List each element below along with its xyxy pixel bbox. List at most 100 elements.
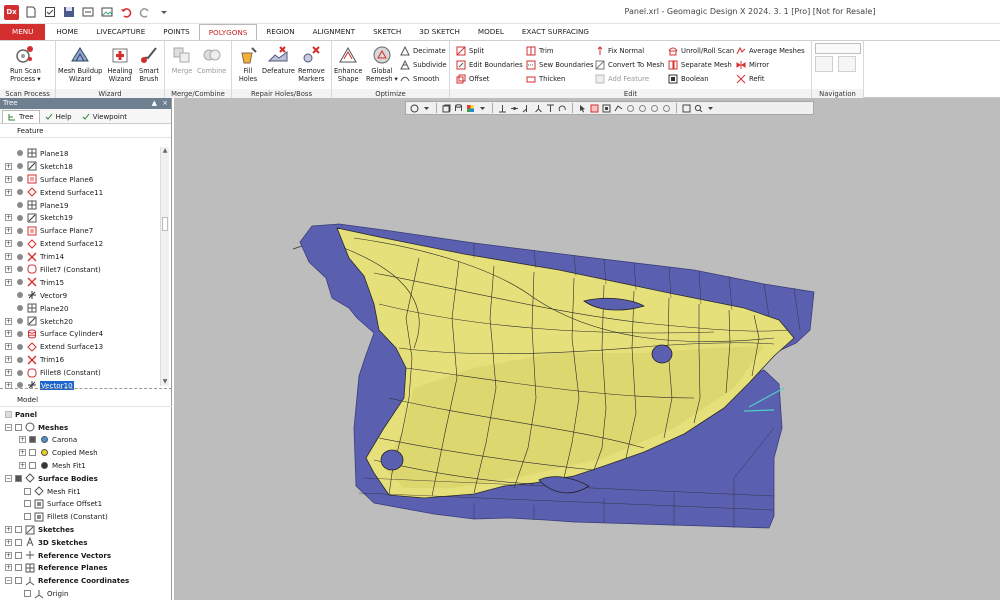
- navigation-button-2[interactable]: [838, 56, 856, 72]
- model-3d-sketches[interactable]: + 3D Sketches: [0, 536, 172, 549]
- model-origin[interactable]: Origin: [0, 587, 172, 600]
- expand-icon[interactable]: +: [5, 343, 12, 351]
- navigation-dropdown[interactable]: [815, 43, 861, 54]
- boolean-button[interactable]: Boolean: [668, 73, 709, 84]
- run-scan-process-button[interactable]: Run Scan Process ▾: [10, 43, 41, 83]
- feature-tree-item[interactable]: Plane18: [0, 147, 160, 160]
- 3d-model[interactable]: [174, 98, 1000, 600]
- visibility-dot-icon[interactable]: [17, 369, 23, 376]
- model-mesh-copied[interactable]: + Copied Mesh: [0, 446, 172, 459]
- tab-polygons[interactable]: POLYGONS: [198, 24, 258, 40]
- visibility-dot-icon[interactable]: [17, 305, 23, 312]
- global-remesh-button[interactable]: Global Remesh ▾: [366, 43, 398, 83]
- tab-sketch[interactable]: SKETCH: [364, 24, 410, 40]
- feature-tree-item[interactable]: + Extend Surface13: [0, 340, 160, 353]
- tab-livecapture[interactable]: LIVECAPTURE: [87, 24, 154, 40]
- unroll-roll-scan-button[interactable]: Unroll/Roll Scan: [668, 45, 734, 56]
- thicken-button[interactable]: Thicken: [526, 73, 565, 84]
- split-button[interactable]: Split: [456, 45, 484, 56]
- expand-icon[interactable]: +: [19, 436, 26, 444]
- feature-tree-item[interactable]: + Sketch20: [0, 315, 160, 328]
- expand-icon[interactable]: +: [5, 227, 12, 235]
- visibility-dot-icon[interactable]: [17, 176, 23, 183]
- navigation-button-1[interactable]: [815, 56, 833, 72]
- feature-tree-item[interactable]: + Surface Plane6: [0, 173, 160, 186]
- model-sb-mesh-fit1[interactable]: Mesh Fit1: [0, 485, 172, 498]
- visibility-checkbox[interactable]: [24, 500, 31, 508]
- edit-boundaries-button[interactable]: Edit Boundaries: [456, 59, 523, 70]
- average-meshes-button[interactable]: Average Meshes: [736, 45, 805, 56]
- merge-button[interactable]: Merge: [169, 43, 195, 75]
- convert-to-mesh-button[interactable]: Convert To Mesh: [595, 59, 664, 70]
- visibility-checkbox[interactable]: [29, 436, 36, 444]
- refit-button[interactable]: Refit: [736, 73, 765, 84]
- feature-tree-item[interactable]: Vector9: [0, 289, 160, 302]
- feature-tree-item[interactable]: + Trim15: [0, 276, 160, 289]
- visibility-dot-icon[interactable]: [17, 279, 23, 286]
- tab-menu[interactable]: MENU: [0, 24, 46, 40]
- visibility-dot-icon[interactable]: [17, 292, 23, 299]
- feature-tree-item[interactable]: + Trim14: [0, 250, 160, 263]
- expand-icon[interactable]: +: [5, 526, 12, 534]
- collapse-icon[interactable]: −: [5, 577, 12, 585]
- remove-markers-button[interactable]: Remove Markers: [298, 43, 325, 83]
- tab-model[interactable]: MODEL: [469, 24, 513, 40]
- enhance-shape-button[interactable]: Enhance Shape: [334, 43, 362, 83]
- visibility-dot-icon[interactable]: [17, 318, 23, 325]
- model-surface-bodies[interactable]: − Surface Bodies: [0, 472, 172, 485]
- expand-icon[interactable]: +: [5, 278, 12, 286]
- visibility-dot-icon[interactable]: [17, 189, 23, 196]
- tab-region[interactable]: REGION: [257, 24, 303, 40]
- model-surface-offset1[interactable]: Surface Offset1: [0, 498, 172, 511]
- feature-tree-item[interactable]: + Sketch18: [0, 160, 160, 173]
- scroll-down-icon[interactable]: ▼: [161, 378, 169, 386]
- feature-tree-item[interactable]: Plane19: [0, 199, 160, 212]
- visibility-checkbox[interactable]: [24, 513, 31, 521]
- tab-exact-surfacing[interactable]: EXACT SURFACING: [513, 24, 598, 40]
- visibility-checkbox[interactable]: [29, 462, 36, 470]
- tab-alignment[interactable]: ALIGNMENT: [304, 24, 365, 40]
- expand-icon[interactable]: +: [19, 449, 26, 457]
- decimate-button[interactable]: Decimate: [400, 45, 446, 56]
- visibility-checkbox[interactable]: [15, 526, 22, 534]
- model-meshes[interactable]: − Meshes: [0, 421, 172, 434]
- tab-3d-sketch[interactable]: 3D SKETCH: [410, 24, 469, 40]
- fill-holes-button[interactable]: Fill Holes: [235, 43, 261, 83]
- expand-icon[interactable]: +: [5, 175, 12, 183]
- mesh-buildup-wizard-button[interactable]: Mesh Buildup Wizard: [58, 43, 102, 83]
- expand-icon[interactable]: +: [5, 564, 12, 572]
- feature-tree-item[interactable]: + Extend Surface11: [0, 186, 160, 199]
- scroll-up-icon[interactable]: ▲: [161, 147, 169, 155]
- visibility-checkbox[interactable]: [24, 590, 31, 598]
- visibility-checkbox[interactable]: [15, 538, 22, 546]
- model-reference-vectors[interactable]: + Reference Vectors: [0, 549, 172, 562]
- close-icon[interactable]: ×: [162, 98, 168, 109]
- feature-tree-item[interactable]: + Sketch19: [0, 211, 160, 224]
- model-mesh-fit1[interactable]: + Mesh Fit1: [0, 459, 172, 472]
- fix-normal-button[interactable]: Fix Normal: [595, 45, 644, 56]
- mirror-button[interactable]: Mirror: [736, 59, 769, 70]
- feature-tree-item[interactable]: Plane20: [0, 302, 160, 315]
- expand-icon[interactable]: +: [5, 538, 12, 546]
- defeature-button[interactable]: Defeature: [262, 43, 295, 75]
- visibility-dot-icon[interactable]: [17, 202, 23, 208]
- visibility-dot-icon[interactable]: [17, 253, 23, 260]
- expand-icon[interactable]: +: [5, 214, 12, 222]
- visibility-dot-icon[interactable]: [17, 227, 23, 234]
- subdivide-button[interactable]: Subdivide: [400, 59, 447, 70]
- expand-icon[interactable]: +: [5, 317, 12, 325]
- tab-home[interactable]: HOME: [47, 24, 87, 40]
- feature-tree-item[interactable]: + Trim16: [0, 353, 160, 366]
- expand-icon[interactable]: +: [5, 356, 12, 364]
- feature-tree-item[interactable]: + Extend Surface12: [0, 237, 160, 250]
- sew-boundaries-button[interactable]: Sew Boundaries: [526, 59, 594, 70]
- visibility-checkbox[interactable]: [15, 551, 22, 559]
- feature-tree-item[interactable]: + Surface Plane7: [0, 224, 160, 237]
- visibility-checkbox[interactable]: [15, 577, 22, 585]
- scroll-thumb[interactable]: [162, 217, 168, 231]
- feature-tree-item[interactable]: + Vector10: [0, 379, 160, 392]
- visibility-dot-icon[interactable]: [17, 150, 23, 157]
- visibility-dot-icon[interactable]: [17, 163, 23, 170]
- expand-icon[interactable]: +: [5, 162, 12, 170]
- visibility-dot-icon[interactable]: [17, 214, 23, 221]
